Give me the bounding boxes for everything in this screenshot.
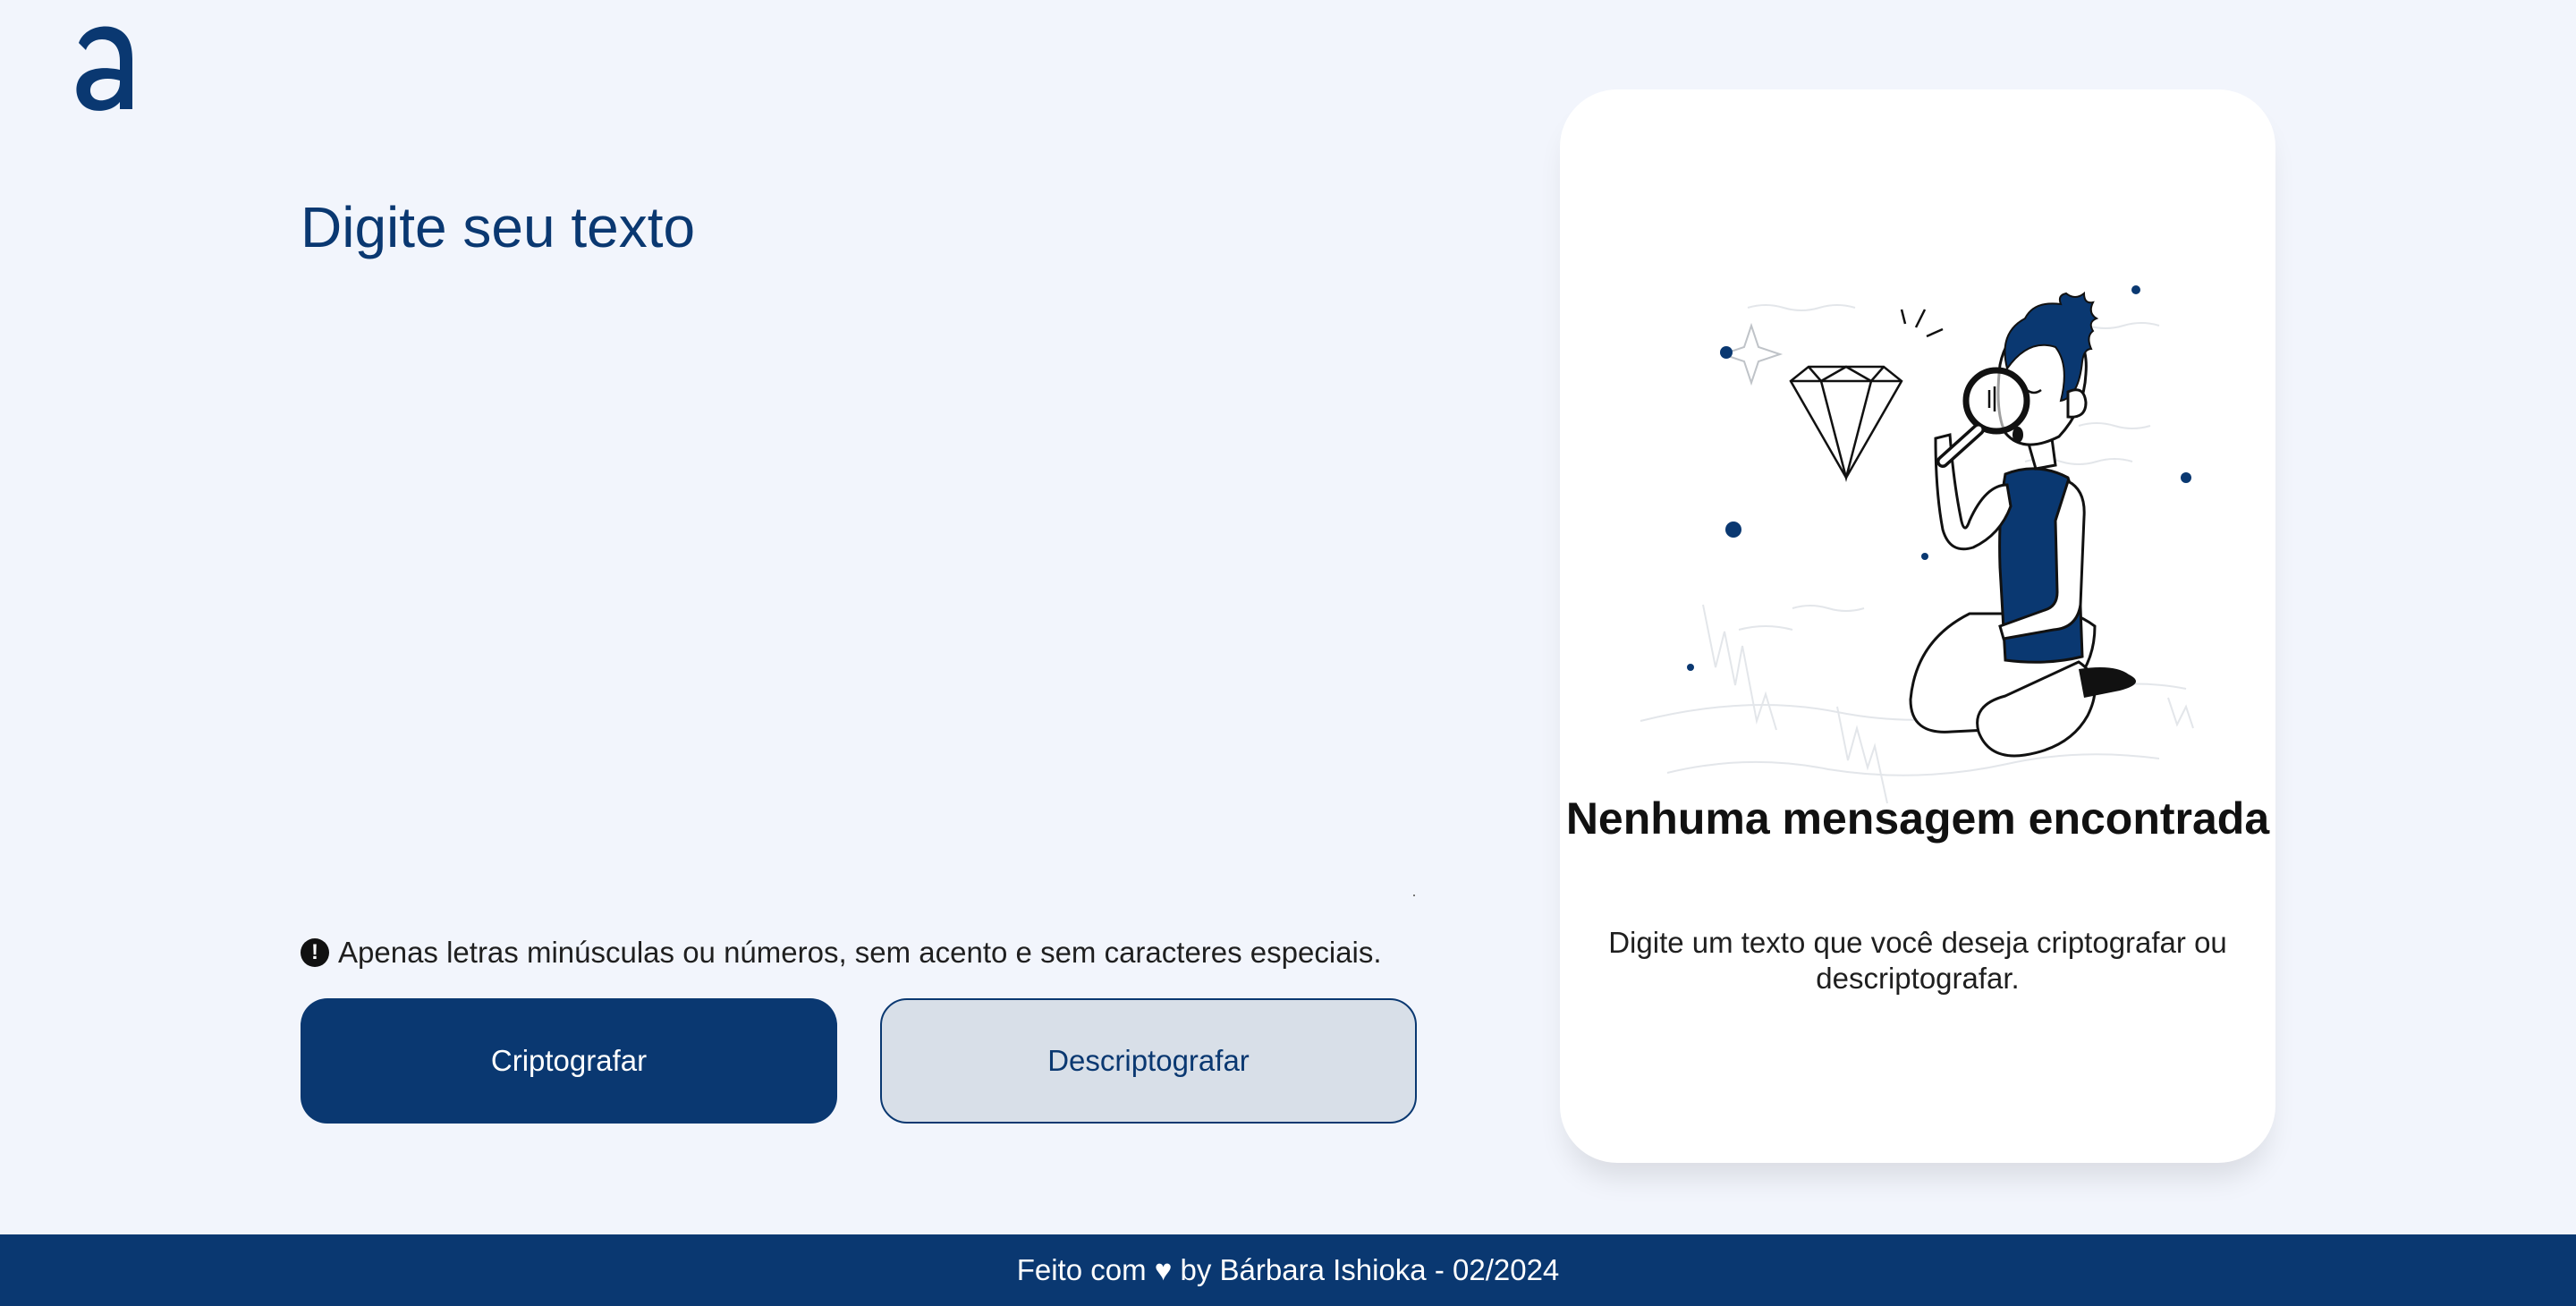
footer: Feito com ♥ by Bárbara Ishioka - 02/2024 xyxy=(0,1234,2576,1306)
alura-logo-icon xyxy=(76,26,132,111)
decrypt-button[interactable]: Descriptografar xyxy=(880,998,1417,1124)
result-description: Digite um texto que você deseja criptogr… xyxy=(1608,926,2227,995)
person-with-magnifying-glass-icon xyxy=(1640,285,2194,804)
encrypt-button[interactable]: Criptografar xyxy=(301,998,837,1124)
input-hint: ! Apenas letras minúsculas ou números, s… xyxy=(301,934,1382,971)
hint-text: Apenas letras minúsculas ou números, sem… xyxy=(338,936,1382,969)
textarea-resize-handle[interactable] xyxy=(1413,895,1415,896)
footer-text: Feito com ♥ by Bárbara Ishioka - 02/2024 xyxy=(1016,1253,1560,1286)
exclamation-circle-icon: ! xyxy=(301,938,329,967)
result-card: Nenhuma mensagem encontrada Digite um te… xyxy=(1560,89,2275,1163)
result-title: Nenhuma mensagem encontrada xyxy=(1565,793,2270,844)
message-input[interactable] xyxy=(301,188,1417,895)
